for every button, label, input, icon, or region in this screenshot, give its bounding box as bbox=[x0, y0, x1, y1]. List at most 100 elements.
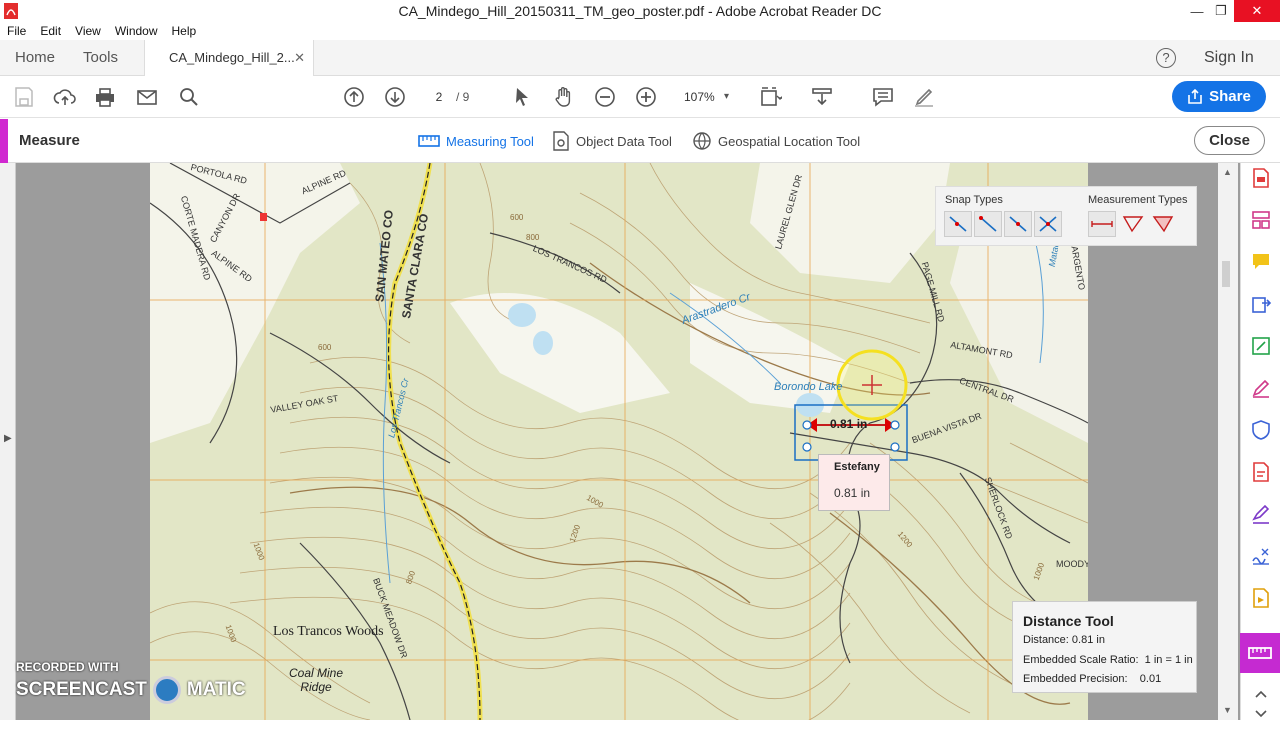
popup-value: 0.81 in bbox=[834, 486, 871, 500]
tab-document-label: CA_Mindego_Hill_2... bbox=[169, 50, 295, 65]
prepare-form-icon[interactable] bbox=[1250, 461, 1272, 483]
screencast-watermark: RECORDED WITH SCREENCAST MATIC bbox=[16, 660, 246, 704]
hand-tool-icon[interactable] bbox=[552, 85, 576, 109]
measurement-value-label[interactable]: 0.81 in bbox=[830, 417, 867, 431]
protect-icon[interactable] bbox=[1250, 419, 1272, 441]
snap-to-intersections-button[interactable] bbox=[1034, 211, 1062, 237]
snap-midpoint-icon bbox=[1009, 216, 1027, 232]
scrollbar-thumb[interactable] bbox=[1222, 261, 1230, 287]
snap-to-paths-button[interactable] bbox=[944, 211, 972, 237]
close-measure-button[interactable]: Close bbox=[1194, 126, 1265, 155]
help-icon[interactable]: ? bbox=[1156, 48, 1176, 68]
next-page-icon[interactable] bbox=[383, 85, 407, 109]
vertical-scrollbar[interactable]: ▲ ▼ bbox=[1218, 163, 1238, 720]
send-for-signature-icon[interactable] bbox=[1250, 503, 1272, 525]
area-type-button[interactable] bbox=[1150, 211, 1178, 237]
zoom-level[interactable]: 107% bbox=[684, 87, 715, 107]
globe-icon bbox=[693, 132, 711, 150]
snap-to-midpoints-button[interactable] bbox=[1004, 211, 1032, 237]
snap-endpoint-icon bbox=[979, 216, 997, 232]
menu-view[interactable]: View bbox=[68, 22, 108, 40]
distance-readout: Distance: 0.81 in bbox=[1023, 634, 1105, 646]
search-icon[interactable] bbox=[177, 85, 201, 109]
menu-edit[interactable]: Edit bbox=[33, 22, 68, 40]
print-icon[interactable] bbox=[93, 85, 117, 109]
tab-close-icon[interactable]: ✕ bbox=[294, 40, 305, 76]
screencast-logo-icon bbox=[152, 676, 181, 704]
precision-readout: Embedded Precision: 0.01 bbox=[1023, 673, 1162, 685]
map-page[interactable]: PORTOLA RD ALPINE RD CORTE MADERA RD CAN… bbox=[150, 163, 1088, 720]
tab-home[interactable]: Home bbox=[15, 40, 55, 76]
edit-pdf-icon[interactable] bbox=[1250, 335, 1272, 357]
comment-tool-icon[interactable] bbox=[1250, 251, 1272, 273]
geospatial-location-tool-button[interactable]: Geospatial Location Tool bbox=[692, 131, 860, 151]
object-data-tool-label: Object Data Tool bbox=[576, 133, 672, 149]
distance-tool-info-panel: Distance Tool Distance: 0.81 in Embedded… bbox=[1012, 601, 1197, 693]
expand-rail-icon[interactable] bbox=[1250, 703, 1272, 725]
ruler-icon bbox=[418, 135, 440, 147]
left-panel-toggle[interactable]: ▶ bbox=[0, 163, 16, 720]
measurement-types-label: Measurement Types bbox=[1088, 194, 1188, 206]
scroll-up-icon[interactable]: ▲ bbox=[1223, 167, 1232, 177]
measure-tool-active-button[interactable] bbox=[1240, 633, 1280, 673]
scroll-down-icon[interactable]: ▼ bbox=[1223, 705, 1232, 715]
select-cursor-icon[interactable] bbox=[510, 85, 534, 109]
create-pdf-icon[interactable] bbox=[1250, 167, 1272, 189]
share-button[interactable]: Share bbox=[1172, 81, 1266, 112]
title-bar: CA_Mindego_Hill_20150311_TM_geo_poster.p… bbox=[0, 0, 1280, 22]
sign-in-button[interactable]: Sign In bbox=[1204, 40, 1254, 76]
map-label: Los Trancos Woods bbox=[273, 624, 384, 639]
distance-type-button[interactable] bbox=[1088, 211, 1116, 237]
organize-pages-icon[interactable] bbox=[1250, 209, 1272, 231]
menu-bar: File Edit View Window Help bbox=[0, 22, 1280, 40]
object-data-tool-button[interactable]: Object Data Tool bbox=[552, 131, 672, 151]
fill-sign-icon[interactable] bbox=[1250, 377, 1272, 399]
snap-to-endpoints-button[interactable] bbox=[974, 211, 1002, 237]
map-label: Coal Mine Ridge bbox=[288, 666, 344, 694]
comment-icon[interactable] bbox=[871, 85, 895, 109]
measuring-tool-button[interactable]: Measuring Tool bbox=[418, 131, 534, 151]
watermark-line2b: MATIC bbox=[186, 679, 246, 700]
distance-type-icon bbox=[1091, 221, 1113, 227]
measurement-comment-popup[interactable]: Estefany 0.81 in bbox=[818, 454, 890, 511]
close-window-button[interactable]: ✕ bbox=[1234, 0, 1280, 22]
area-type-icon bbox=[1152, 216, 1174, 233]
save-icon[interactable] bbox=[12, 85, 36, 109]
menu-window[interactable]: Window bbox=[108, 22, 165, 40]
expand-left-panel-icon[interactable]: ▶ bbox=[4, 433, 12, 444]
map-label: MOODY bbox=[1056, 559, 1088, 569]
menu-file[interactable]: File bbox=[0, 22, 33, 40]
upload-cloud-icon[interactable] bbox=[53, 85, 77, 109]
rich-media-icon[interactable] bbox=[1250, 587, 1272, 609]
email-icon[interactable] bbox=[135, 85, 159, 109]
scroll-mode-icon[interactable] bbox=[810, 85, 834, 109]
pen-highlight-icon[interactable] bbox=[912, 85, 936, 109]
menu-help[interactable]: Help bbox=[165, 22, 204, 40]
zoom-in-icon[interactable] bbox=[634, 85, 658, 109]
page-number-input[interactable]: 2 bbox=[426, 87, 452, 107]
measure-ruler-icon bbox=[1248, 647, 1272, 659]
snap-path-icon bbox=[949, 216, 967, 232]
geospatial-location-tool-label: Geospatial Location Tool bbox=[718, 133, 861, 149]
main-toolbar bbox=[0, 76, 1280, 118]
previous-page-icon[interactable] bbox=[342, 85, 366, 109]
popup-author: Estefany bbox=[834, 461, 880, 473]
tab-tools[interactable]: Tools bbox=[83, 40, 118, 76]
certificates-icon[interactable] bbox=[1250, 545, 1272, 567]
snap-intersection-icon bbox=[1039, 216, 1057, 232]
tab-bar: Home Tools CA_Mindego_Hill_2... ✕ ? Sign… bbox=[0, 40, 1280, 77]
share-icon bbox=[1188, 88, 1202, 104]
zoom-out-icon[interactable] bbox=[593, 85, 617, 109]
collapse-rail-icon[interactable] bbox=[1250, 683, 1272, 705]
snap-types-panel: Snap Types Measurement Types bbox=[935, 186, 1197, 246]
scale-ratio-readout: Embedded Scale Ratio: 1 in = 1 in bbox=[1023, 654, 1193, 666]
tab-document[interactable]: CA_Mindego_Hill_2... ✕ bbox=[144, 40, 314, 77]
zoom-dropdown-icon[interactable]: ▾ bbox=[724, 87, 729, 107]
maximize-button[interactable]: ❐ bbox=[1205, 0, 1237, 22]
perimeter-type-button[interactable] bbox=[1120, 211, 1148, 237]
measure-accent-bar bbox=[0, 119, 8, 163]
export-pdf-icon[interactable] bbox=[1250, 293, 1272, 315]
perimeter-type-icon bbox=[1122, 216, 1144, 233]
fit-page-icon[interactable] bbox=[758, 85, 784, 109]
measuring-tool-label: Measuring Tool bbox=[446, 133, 534, 149]
